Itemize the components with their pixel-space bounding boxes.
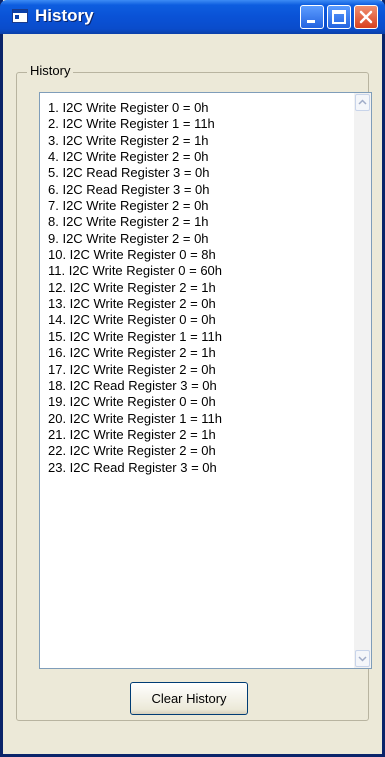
scroll-down-button[interactable] [355,650,370,667]
list-item[interactable]: 10. I2C Write Register 0 = 8h [48,247,222,263]
list-item[interactable]: 19. I2C Write Register 0 = 0h [48,394,222,410]
list-item[interactable]: 20. I2C Write Register 1 = 11h [48,411,222,427]
list-item[interactable]: 2. I2C Write Register 1 = 11h [48,116,222,132]
list-item[interactable]: 16. I2C Write Register 2 = 1h [48,345,222,361]
list-item[interactable]: 7. I2C Write Register 2 = 0h [48,198,222,214]
scroll-up-button[interactable] [355,94,370,111]
history-group-label: History [27,63,74,78]
clear-history-button[interactable]: Clear History [130,682,248,715]
maximize-button[interactable] [327,5,351,29]
list-item[interactable]: 6. I2C Read Register 3 = 0h [48,182,222,198]
maximize-icon [332,10,346,24]
window-app-icon [12,9,28,23]
close-icon [359,10,373,24]
list-item[interactable]: 18. I2C Read Register 3 = 0h [48,378,222,394]
minimize-button[interactable] [300,5,324,29]
minimize-icon [307,20,315,23]
vertical-scrollbar[interactable] [354,93,371,668]
title-bar[interactable]: History [0,0,385,34]
chevron-down-icon [358,656,367,662]
history-list: 1. I2C Write Register 0 = 0h 2. I2C Write… [48,100,222,476]
list-item[interactable]: 15. I2C Write Register 1 = 11h [48,329,222,345]
list-item[interactable]: 12. I2C Write Register 2 = 1h [48,280,222,296]
list-item[interactable]: 8. I2C Write Register 2 = 1h [48,214,222,230]
list-item[interactable]: 14. I2C Write Register 0 = 0h [48,312,222,328]
chevron-up-icon [358,99,367,105]
list-item[interactable]: 1. I2C Write Register 0 = 0h [48,100,222,116]
list-item[interactable]: 23. I2C Read Register 3 = 0h [48,460,222,476]
close-button[interactable] [354,5,378,29]
list-item[interactable]: 9. I2C Write Register 2 = 0h [48,231,222,247]
history-listbox[interactable]: 1. I2C Write Register 0 = 0h 2. I2C Write… [39,92,372,669]
list-item[interactable]: 17. I2C Write Register 2 = 0h [48,362,222,378]
list-item[interactable]: 13. I2C Write Register 2 = 0h [48,296,222,312]
list-item[interactable]: 4. I2C Write Register 2 = 0h [48,149,222,165]
window-title: History [35,6,94,25]
list-item[interactable]: 5. I2C Read Register 3 = 0h [48,165,222,181]
list-item[interactable]: 11. I2C Write Register 0 = 60h [48,263,222,279]
history-window: History History 1. I2C Write Register 0 … [0,0,385,757]
list-item[interactable]: 22. I2C Write Register 2 = 0h [48,443,222,459]
list-item[interactable]: 21. I2C Write Register 2 = 1h [48,427,222,443]
list-item[interactable]: 3. I2C Write Register 2 = 1h [48,133,222,149]
